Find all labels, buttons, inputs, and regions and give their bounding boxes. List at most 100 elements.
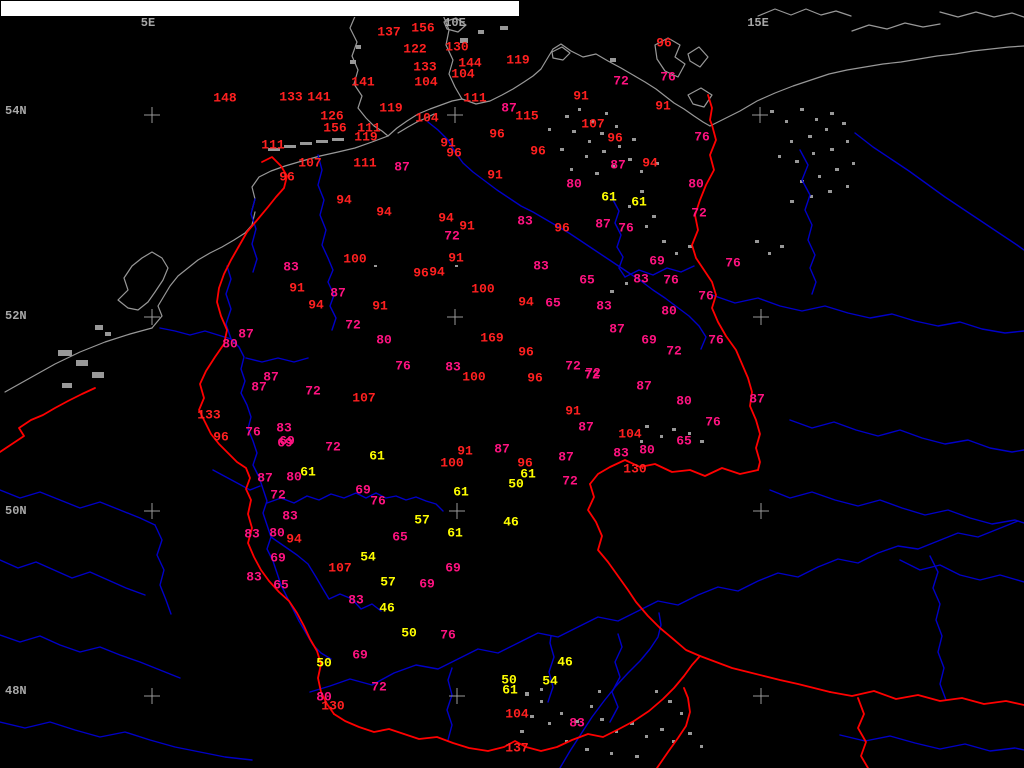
terrain-speckle bbox=[520, 730, 524, 733]
station-gust-value: 111 bbox=[353, 156, 377, 171]
station-gust-value: 83 bbox=[633, 272, 649, 287]
terrain-speckle bbox=[660, 435, 663, 438]
longitude-label: 15E bbox=[747, 16, 769, 30]
station-gust-value: 80 bbox=[676, 394, 692, 409]
station-gust-value: 169 bbox=[480, 331, 504, 346]
station-gust-value: 76 bbox=[395, 359, 411, 374]
station-gust-value: 133 bbox=[413, 60, 437, 75]
river bbox=[789, 419, 1024, 453]
station-gust-value: 87 bbox=[238, 327, 254, 342]
terrain-speckle bbox=[548, 722, 551, 725]
terrain-speckle bbox=[755, 240, 759, 243]
station-gust-value: 94 bbox=[429, 265, 445, 280]
station-gust-value: 72 bbox=[613, 74, 629, 89]
terrain-speckle bbox=[846, 140, 849, 143]
coastline bbox=[687, 46, 709, 68]
station-gust-value: 107 bbox=[581, 117, 604, 132]
station-gust-value: 65 bbox=[579, 273, 595, 288]
station-gust-value: 100 bbox=[343, 252, 367, 267]
station-gust-value: 94 bbox=[308, 298, 324, 313]
station-gust-value: 96 bbox=[213, 430, 229, 445]
terrain-speckle bbox=[570, 168, 573, 171]
station-gust-value: 76 bbox=[694, 130, 710, 145]
station-gust-value: 80 bbox=[566, 177, 582, 192]
station-gust-value: 80 bbox=[688, 177, 704, 192]
station-gust-value: 96 bbox=[656, 36, 672, 51]
station-gust-value: 61 bbox=[300, 465, 316, 480]
terrain-speckle bbox=[852, 162, 855, 165]
station-gust-value: 94 bbox=[376, 205, 392, 220]
station-gust-value: 69 bbox=[641, 333, 657, 348]
river bbox=[854, 132, 1024, 251]
terrain-speckle bbox=[800, 108, 804, 111]
station-gust-value: 104 bbox=[505, 707, 529, 722]
terrain-speckle bbox=[58, 350, 72, 356]
station-gust-value: 87 bbox=[749, 392, 765, 407]
terrain-speckle bbox=[615, 125, 618, 128]
terrain-speckle bbox=[76, 360, 88, 366]
station-gust-value: 91 bbox=[289, 281, 305, 296]
station-gust-value: 61 bbox=[447, 526, 463, 541]
coastline bbox=[851, 22, 941, 32]
terrain-speckle bbox=[500, 26, 508, 30]
station-gust-value: 46 bbox=[557, 655, 573, 670]
terrain-speckle bbox=[92, 372, 104, 378]
terrain-speckle bbox=[770, 110, 774, 113]
station-gust-value: 133 bbox=[279, 90, 303, 105]
station-gust-value: 61 bbox=[601, 190, 617, 205]
terrain-speckle bbox=[835, 168, 839, 171]
river bbox=[446, 667, 453, 741]
station-gust-value: 87 bbox=[257, 471, 273, 486]
station-gust-value: 87 bbox=[578, 420, 594, 435]
terrain-speckle bbox=[645, 735, 648, 738]
coastline bbox=[757, 8, 852, 17]
station-gust-value: 141 bbox=[307, 90, 331, 105]
station-gust-value: 65 bbox=[392, 530, 408, 545]
station-gust-value: 104 bbox=[451, 67, 475, 82]
station-gust-value: 104 bbox=[618, 427, 642, 442]
station-gust-value: 54 bbox=[360, 550, 376, 565]
station-gust-value: 69 bbox=[419, 577, 435, 592]
station-gust-value: 130 bbox=[445, 40, 469, 55]
terrain-speckle bbox=[356, 45, 361, 49]
station-gust-value: 83 bbox=[596, 299, 612, 314]
country-border bbox=[0, 387, 96, 453]
terrain-speckle bbox=[818, 175, 821, 178]
station-gust-value: 69 bbox=[445, 561, 461, 576]
longitude-label: 5E bbox=[141, 16, 155, 30]
station-gust-value: 94 bbox=[642, 156, 658, 171]
station-gust-value: 137 bbox=[377, 25, 400, 40]
terrain-speckle bbox=[785, 120, 788, 123]
river bbox=[0, 559, 146, 596]
station-gust-value: 94 bbox=[438, 211, 454, 226]
terrain-speckle bbox=[588, 140, 591, 143]
station-gust-value: 104 bbox=[414, 75, 438, 90]
terrain-speckle bbox=[645, 225, 648, 228]
station-gust-value: 94 bbox=[286, 532, 302, 547]
terrain-speckle bbox=[795, 160, 799, 163]
station-gust-value: 76 bbox=[660, 70, 676, 85]
title-text: FRE 03.12.99 18:00 UTC Bodenwettermeldun… bbox=[15, 15, 479, 16]
station-gust-value: 83 bbox=[246, 570, 262, 585]
river bbox=[0, 634, 181, 679]
station-gust-value: 72 bbox=[565, 359, 581, 374]
station-gust-value: 96 bbox=[446, 146, 462, 161]
station-gust-value: 72 bbox=[305, 384, 321, 399]
station-gust-value: 69 bbox=[352, 648, 368, 663]
station-gust-value: 111 bbox=[463, 91, 487, 106]
station-gust-value: 119 bbox=[506, 53, 530, 68]
station-gust-value: 83 bbox=[533, 259, 549, 274]
terrain-speckle bbox=[572, 130, 576, 133]
station-gust-value: 96 bbox=[518, 345, 534, 360]
station-gust-value: 119 bbox=[354, 130, 378, 145]
terrain-speckle bbox=[560, 712, 563, 715]
longitude-label: 10E bbox=[444, 16, 466, 30]
terrain-speckle bbox=[790, 140, 793, 143]
station-gust-value: 50 bbox=[401, 626, 417, 641]
station-gust-value: 72 bbox=[345, 318, 361, 333]
terrain-speckle bbox=[830, 148, 834, 151]
terrain-speckle bbox=[530, 715, 534, 718]
station-gust-value: 76 bbox=[708, 333, 724, 348]
title-bar: FRE 03.12.99 18:00 UTC Bodenwettermeldun… bbox=[0, 0, 520, 17]
river bbox=[769, 489, 1024, 525]
